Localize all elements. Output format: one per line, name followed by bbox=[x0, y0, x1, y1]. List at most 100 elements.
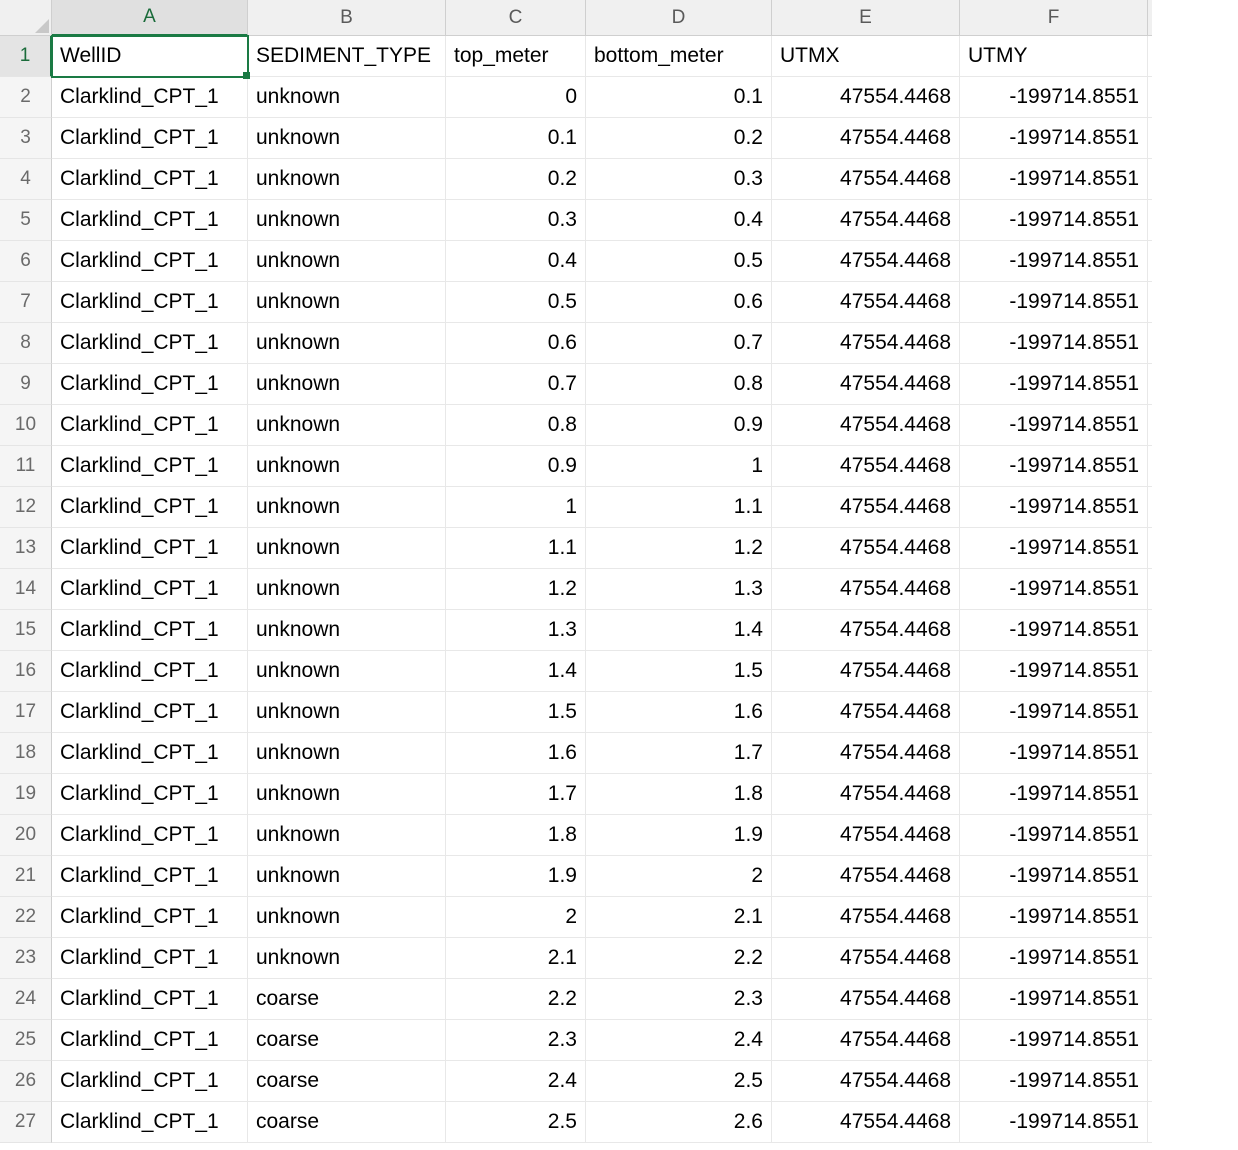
cell-F7[interactable]: -199714.8551 bbox=[960, 282, 1148, 323]
cell-C7[interactable]: 0.5 bbox=[446, 282, 586, 323]
cell-E19[interactable]: 47554.4468 bbox=[772, 774, 960, 815]
cell-F25[interactable]: -199714.8551 bbox=[960, 1020, 1148, 1061]
cell-F12[interactable]: -199714.8551 bbox=[960, 487, 1148, 528]
cell-C22[interactable]: 2 bbox=[446, 897, 586, 938]
cell-B17[interactable]: unknown bbox=[248, 692, 446, 733]
row-header-22[interactable]: 22 bbox=[0, 897, 52, 938]
cell-A12[interactable]: Clarklind_CPT_1 bbox=[52, 487, 248, 528]
cell-B11[interactable]: unknown bbox=[248, 446, 446, 487]
cell-B15[interactable]: unknown bbox=[248, 610, 446, 651]
cell-F24[interactable]: -199714.8551 bbox=[960, 979, 1148, 1020]
cell-C2[interactable]: 0 bbox=[446, 77, 586, 118]
cell-A5[interactable]: Clarklind_CPT_1 bbox=[52, 200, 248, 241]
cell-C15[interactable]: 1.3 bbox=[446, 610, 586, 651]
cell-E6[interactable]: 47554.4468 bbox=[772, 241, 960, 282]
cell-D7[interactable]: 0.6 bbox=[586, 282, 772, 323]
cell-E2[interactable]: 47554.4468 bbox=[772, 77, 960, 118]
spreadsheet-grid[interactable]: ABCDEF1WellIDSEDIMENT_TYPEtop_meterbotto… bbox=[0, 0, 1238, 1143]
cell-A23[interactable]: Clarklind_CPT_1 bbox=[52, 938, 248, 979]
cell-B14[interactable]: unknown bbox=[248, 569, 446, 610]
cell-F21[interactable]: -199714.8551 bbox=[960, 856, 1148, 897]
row-header-24[interactable]: 24 bbox=[0, 979, 52, 1020]
cell-F16[interactable]: -199714.8551 bbox=[960, 651, 1148, 692]
cell-D15[interactable]: 1.4 bbox=[586, 610, 772, 651]
cell-B23[interactable]: unknown bbox=[248, 938, 446, 979]
cell-E17[interactable]: 47554.4468 bbox=[772, 692, 960, 733]
cell-B9[interactable]: unknown bbox=[248, 364, 446, 405]
cell-D20[interactable]: 1.9 bbox=[586, 815, 772, 856]
cell-B27[interactable]: coarse bbox=[248, 1102, 446, 1143]
cell-F15[interactable]: -199714.8551 bbox=[960, 610, 1148, 651]
cell-F20[interactable]: -199714.8551 bbox=[960, 815, 1148, 856]
cell-A24[interactable]: Clarklind_CPT_1 bbox=[52, 979, 248, 1020]
column-header-d[interactable]: D bbox=[586, 0, 772, 36]
cell-E9[interactable]: 47554.4468 bbox=[772, 364, 960, 405]
cell-B18[interactable]: unknown bbox=[248, 733, 446, 774]
row-header-15[interactable]: 15 bbox=[0, 610, 52, 651]
select-all-corner[interactable] bbox=[0, 0, 52, 36]
cell-F1[interactable]: UTMY bbox=[960, 36, 1148, 77]
row-header-20[interactable]: 20 bbox=[0, 815, 52, 856]
cell-F9[interactable]: -199714.8551 bbox=[960, 364, 1148, 405]
cell-D22[interactable]: 2.1 bbox=[586, 897, 772, 938]
column-header-b[interactable]: B bbox=[248, 0, 446, 36]
row-header-12[interactable]: 12 bbox=[0, 487, 52, 528]
cell-E4[interactable]: 47554.4468 bbox=[772, 159, 960, 200]
row-header-27[interactable]: 27 bbox=[0, 1102, 52, 1143]
row-header-2[interactable]: 2 bbox=[0, 77, 52, 118]
cell-B3[interactable]: unknown bbox=[248, 118, 446, 159]
cell-B16[interactable]: unknown bbox=[248, 651, 446, 692]
row-header-9[interactable]: 9 bbox=[0, 364, 52, 405]
cell-A10[interactable]: Clarklind_CPT_1 bbox=[52, 405, 248, 446]
cell-A8[interactable]: Clarklind_CPT_1 bbox=[52, 323, 248, 364]
cell-F17[interactable]: -199714.8551 bbox=[960, 692, 1148, 733]
row-header-13[interactable]: 13 bbox=[0, 528, 52, 569]
cell-D1[interactable]: bottom_meter bbox=[586, 36, 772, 77]
cell-D14[interactable]: 1.3 bbox=[586, 569, 772, 610]
cell-D3[interactable]: 0.2 bbox=[586, 118, 772, 159]
cell-C19[interactable]: 1.7 bbox=[446, 774, 586, 815]
cell-B20[interactable]: unknown bbox=[248, 815, 446, 856]
cell-C20[interactable]: 1.8 bbox=[446, 815, 586, 856]
cell-A4[interactable]: Clarklind_CPT_1 bbox=[52, 159, 248, 200]
cell-C26[interactable]: 2.4 bbox=[446, 1061, 586, 1102]
cell-F10[interactable]: -199714.8551 bbox=[960, 405, 1148, 446]
cell-E21[interactable]: 47554.4468 bbox=[772, 856, 960, 897]
cell-A3[interactable]: Clarklind_CPT_1 bbox=[52, 118, 248, 159]
cell-C1[interactable]: top_meter bbox=[446, 36, 586, 77]
cell-C23[interactable]: 2.1 bbox=[446, 938, 586, 979]
cell-D16[interactable]: 1.5 bbox=[586, 651, 772, 692]
cell-A16[interactable]: Clarklind_CPT_1 bbox=[52, 651, 248, 692]
cell-B5[interactable]: unknown bbox=[248, 200, 446, 241]
cell-C6[interactable]: 0.4 bbox=[446, 241, 586, 282]
cell-D13[interactable]: 1.2 bbox=[586, 528, 772, 569]
cell-E23[interactable]: 47554.4468 bbox=[772, 938, 960, 979]
cell-E8[interactable]: 47554.4468 bbox=[772, 323, 960, 364]
row-header-21[interactable]: 21 bbox=[0, 856, 52, 897]
cell-C14[interactable]: 1.2 bbox=[446, 569, 586, 610]
cell-B24[interactable]: coarse bbox=[248, 979, 446, 1020]
cell-B25[interactable]: coarse bbox=[248, 1020, 446, 1061]
cell-D5[interactable]: 0.4 bbox=[586, 200, 772, 241]
cell-F23[interactable]: -199714.8551 bbox=[960, 938, 1148, 979]
column-header-f[interactable]: F bbox=[960, 0, 1148, 36]
cell-B4[interactable]: unknown bbox=[248, 159, 446, 200]
cell-F8[interactable]: -199714.8551 bbox=[960, 323, 1148, 364]
row-header-16[interactable]: 16 bbox=[0, 651, 52, 692]
cell-F4[interactable]: -199714.8551 bbox=[960, 159, 1148, 200]
cell-F18[interactable]: -199714.8551 bbox=[960, 733, 1148, 774]
cell-D8[interactable]: 0.7 bbox=[586, 323, 772, 364]
cell-E10[interactable]: 47554.4468 bbox=[772, 405, 960, 446]
cell-E26[interactable]: 47554.4468 bbox=[772, 1061, 960, 1102]
cell-F26[interactable]: -199714.8551 bbox=[960, 1061, 1148, 1102]
cell-B19[interactable]: unknown bbox=[248, 774, 446, 815]
row-header-7[interactable]: 7 bbox=[0, 282, 52, 323]
cell-D24[interactable]: 2.3 bbox=[586, 979, 772, 1020]
cell-A19[interactable]: Clarklind_CPT_1 bbox=[52, 774, 248, 815]
cell-E16[interactable]: 47554.4468 bbox=[772, 651, 960, 692]
cell-D4[interactable]: 0.3 bbox=[586, 159, 772, 200]
cell-F27[interactable]: -199714.8551 bbox=[960, 1102, 1148, 1143]
cell-B8[interactable]: unknown bbox=[248, 323, 446, 364]
row-header-19[interactable]: 19 bbox=[0, 774, 52, 815]
cell-A2[interactable]: Clarklind_CPT_1 bbox=[52, 77, 248, 118]
